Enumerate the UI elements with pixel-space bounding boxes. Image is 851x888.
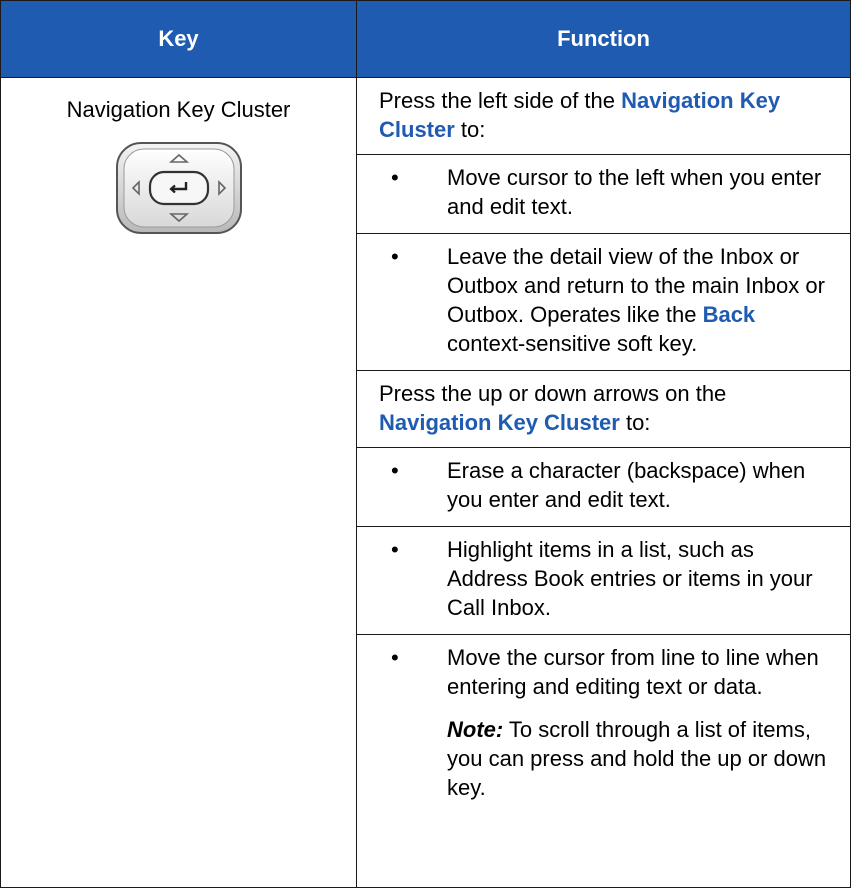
list-item: • Erase a character (backspace) when you … — [357, 448, 850, 527]
navigation-key-cluster-term: Navigation Key Cluster — [379, 410, 620, 435]
list-item: • Move cursor to the left when you enter … — [357, 155, 850, 234]
key-cell: Navigation Key Cluster — [0, 77, 357, 888]
list-item: • Leave the detail view of the Inbox or O… — [357, 234, 850, 371]
key-column-header: Key — [0, 0, 357, 78]
back-soft-key-term: Back — [702, 302, 756, 327]
key-function-table: Key Function Navigation Key Cluster Pres… — [0, 0, 851, 888]
bullet-icon: • — [391, 645, 399, 670]
table-header-row: Key Function — [0, 0, 851, 78]
key-label: Navigation Key Cluster — [66, 97, 291, 122]
list-item: • Highlight items in a list, such as Addr… — [357, 527, 850, 635]
navigation-key-cluster-icon — [115, 142, 242, 234]
bullet-icon: • — [391, 537, 399, 562]
intro-left: Press the left side of the Navigation Ke… — [357, 78, 850, 155]
table-row: Navigation Key Cluster Press the left si… — [0, 77, 851, 888]
bullet-icon: • — [391, 165, 399, 190]
function-cell: Press the left side of the Navigation Ke… — [356, 77, 851, 888]
function-column-header: Function — [356, 0, 851, 78]
bullet-icon: • — [391, 458, 399, 483]
note: Note: To scroll through a list of items,… — [379, 701, 828, 802]
intro-up-down: Press the up or down arrows on the Navig… — [357, 371, 850, 448]
note-text: To scroll through a list of items, you c… — [447, 717, 827, 800]
bullet-icon: • — [391, 244, 399, 269]
note-label: Note: — [447, 717, 504, 742]
list-item: • Move the cursor from line to line when … — [357, 635, 850, 814]
